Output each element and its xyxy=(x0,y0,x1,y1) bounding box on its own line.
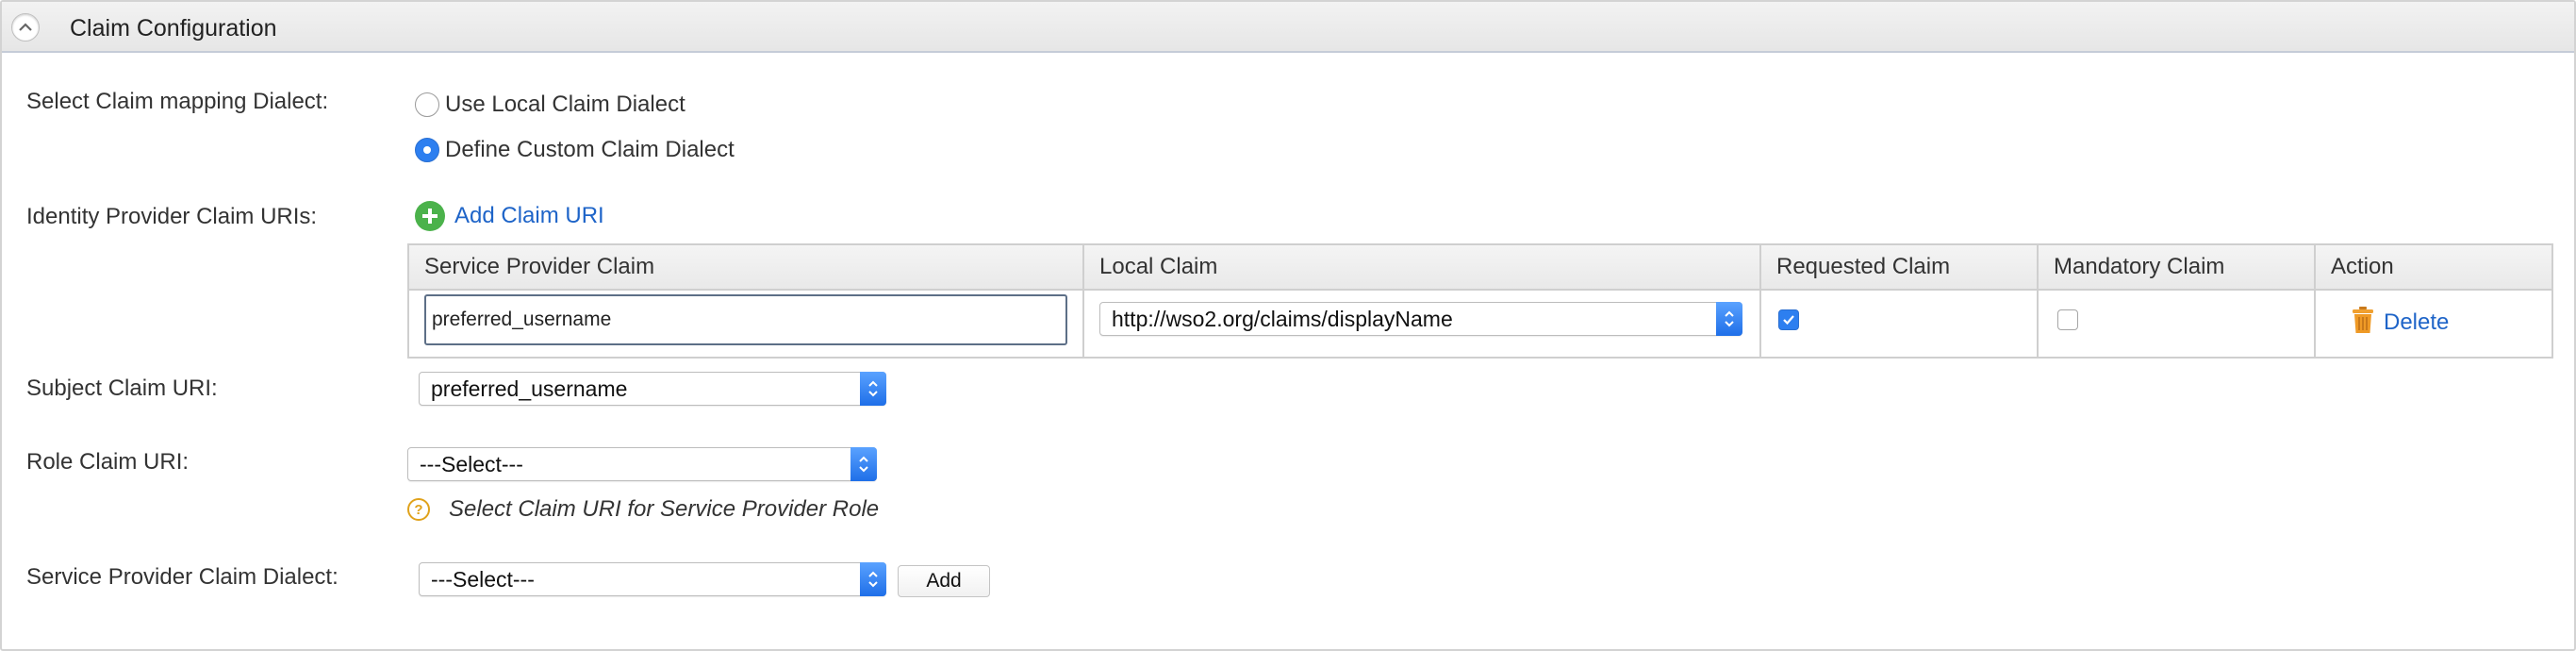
column-header-local-claim: Local Claim xyxy=(1084,245,1761,289)
column-header-sp-claim: Service Provider Claim xyxy=(409,245,1084,289)
table-header: Service Provider Claim Local Claim Reque… xyxy=(409,245,2551,291)
column-header-action: Action xyxy=(2331,254,2394,279)
claim-configuration-panel: Claim Configuration Select Claim mapping… xyxy=(0,0,2576,651)
collapse-icon[interactable] xyxy=(11,13,40,42)
delete-link[interactable]: Delete xyxy=(2352,306,2449,339)
mandatory-claim-checkbox[interactable] xyxy=(2057,309,2078,330)
role-claim-value: ---Select--- xyxy=(420,452,523,476)
local-claim-value: http://wso2.org/claims/displayName xyxy=(1112,307,1453,331)
delete-label[interactable]: Delete xyxy=(2384,309,2449,336)
panel-header[interactable]: Claim Configuration xyxy=(2,2,2574,53)
sp-claim-cell: preferred_username xyxy=(409,291,1084,359)
role-claim-select[interactable]: ---Select--- xyxy=(407,447,877,481)
subject-claim-value: preferred_username xyxy=(431,376,628,401)
sp-claim-dialect-select[interactable]: ---Select--- xyxy=(419,562,886,596)
subject-claim-select[interactable]: preferred_username xyxy=(419,372,886,406)
select-arrows-icon xyxy=(850,447,877,481)
use-local-dialect-label: Use Local Claim Dialect xyxy=(445,92,685,117)
claim-mapping-table: Service Provider Claim Local Claim Reque… xyxy=(407,243,2553,359)
trash-icon[interactable] xyxy=(2352,306,2374,339)
role-claim-hint-text: Select Claim URI for Service Provider Ro… xyxy=(449,496,880,522)
local-claim-select[interactable]: http://wso2.org/claims/displayName xyxy=(1099,302,1742,336)
local-claim-cell: http://wso2.org/claims/displayName xyxy=(1084,291,1761,359)
add-claim-uri-label[interactable]: Add Claim URI xyxy=(454,203,604,229)
panel-title: Claim Configuration xyxy=(70,15,277,42)
claim-dialect-label: Select Claim mapping Dialect: xyxy=(26,89,329,114)
select-arrows-icon xyxy=(860,562,886,596)
role-claim-hint: ? Select Claim URI for Service Provider … xyxy=(407,496,879,523)
use-local-dialect-option[interactable]: Use Local Claim Dialect xyxy=(415,92,685,118)
sp-claim-dialect-value: ---Select--- xyxy=(431,567,535,592)
help-icon: ? xyxy=(407,498,430,521)
column-header-mandatory-claim: Mandatory Claim xyxy=(2039,245,2316,289)
role-claim-uri-label: Role Claim URI: xyxy=(26,449,190,475)
add-claim-uri-link[interactable]: Add Claim URI xyxy=(415,201,604,231)
mandatory-claim-cell xyxy=(2039,291,2316,359)
select-arrows-icon xyxy=(860,372,886,406)
sp-claim-dialect-label: Service Provider Claim Dialect: xyxy=(26,564,339,590)
subject-claim-uri-label: Subject Claim URI: xyxy=(26,376,218,401)
action-cell: Delete xyxy=(2316,291,2551,359)
sp-claim-input[interactable]: preferred_username xyxy=(424,294,1067,345)
define-custom-dialect-radio[interactable] xyxy=(415,138,439,162)
requested-claim-cell xyxy=(1761,291,2039,359)
idp-claim-uris-label: Identity Provider Claim URIs: xyxy=(26,204,318,229)
add-dialect-button[interactable]: Add xyxy=(898,565,990,597)
requested-claim-checkbox[interactable] xyxy=(1778,309,1799,330)
define-custom-dialect-label: Define Custom Claim Dialect xyxy=(445,137,735,162)
use-local-dialect-radio[interactable] xyxy=(415,92,439,117)
column-header-requested-claim: Requested Claim xyxy=(1761,245,2039,289)
define-custom-dialect-option[interactable]: Define Custom Claim Dialect xyxy=(415,137,735,163)
select-arrows-icon xyxy=(1716,302,1742,336)
add-icon[interactable] xyxy=(415,201,445,231)
